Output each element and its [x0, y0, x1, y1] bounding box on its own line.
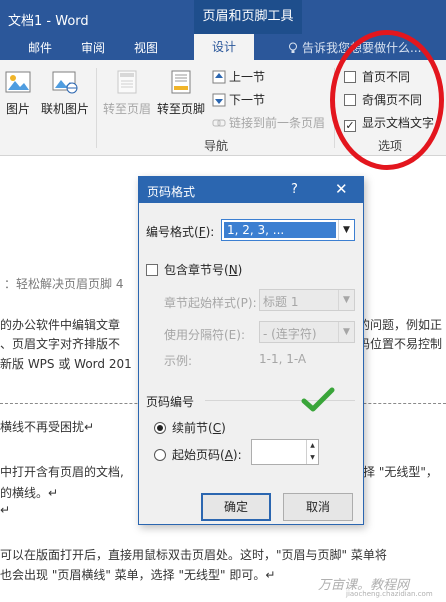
- example-value: 1-1, 1-A: [259, 352, 307, 366]
- picture-icon: [5, 71, 31, 93]
- doc-line: 中打开含有页眉的文档,: [0, 465, 124, 479]
- lightbulb-icon: [289, 42, 297, 53]
- number-format-label-text: 编号格式(: [146, 225, 199, 239]
- tab-mailings[interactable]: 邮件: [28, 39, 52, 56]
- document-title: 文档1 - Word: [8, 14, 89, 29]
- continue-previous-accesskey: C: [212, 421, 222, 435]
- example-label: 示例:: [164, 354, 193, 368]
- ribbon-separator: [96, 68, 97, 148]
- include-chapter-accesskey: N: [228, 263, 238, 277]
- continue-previous-radio[interactable]: [154, 422, 166, 434]
- cancel-button[interactable]: 取消: [283, 493, 353, 521]
- doc-line: 横线不再受困扰↵: [0, 420, 95, 434]
- start-at-option[interactable]: 起始页码(A):: [154, 446, 242, 463]
- navigation-group-label: 导航: [204, 139, 229, 153]
- dialog-title-bar: 页码格式 ? ✕: [139, 177, 363, 203]
- chapter-style-value: 标题 1: [263, 295, 299, 309]
- page-numbering-label: 页码编号: [146, 395, 195, 409]
- next-section-icon: [212, 93, 226, 107]
- goto-header-icon: [117, 70, 137, 94]
- doc-line: 可以在版面打开后，直接用鼠标双击页眉处。这时，"页眉与页脚" 菜单将: [0, 548, 387, 562]
- start-at-label: 起始页码(: [172, 448, 225, 462]
- start-at-spinner[interactable]: ▲ ▼: [251, 439, 319, 465]
- chapter-style-select[interactable]: 标题 1 ▼: [259, 289, 355, 311]
- separator-label: 使用分隔符(E):: [164, 328, 245, 342]
- online-picture-icon: [52, 71, 78, 94]
- dialog-title: 页码格式: [147, 185, 196, 199]
- link-icon: [212, 119, 226, 127]
- number-format-label: 编号格式(F):: [146, 225, 215, 239]
- next-section-label: 下一节: [229, 93, 266, 107]
- header-footer-tools-label: 页眉和页脚工具: [194, 0, 302, 34]
- number-format-select[interactable]: 1, 2, 3, ... ▼: [221, 219, 355, 241]
- goto-header-button[interactable]: 转至页眉: [100, 70, 154, 117]
- continue-previous-label: 续前节(: [172, 421, 213, 435]
- continue-previous-option[interactable]: 续前节(C): [154, 419, 226, 436]
- link-to-previous-button[interactable]: 链接到前一条页眉: [212, 114, 325, 131]
- goto-header-label: 转至页眉: [102, 102, 151, 116]
- doc-line: ↵: [0, 503, 11, 517]
- spin-down-icon[interactable]: ▼: [306, 452, 318, 464]
- include-chapter-label: 包含章节号(: [164, 263, 229, 277]
- doc-line: 新版 WPS 或 Word 201: [0, 357, 132, 371]
- help-button[interactable]: ?: [291, 182, 298, 197]
- tab-view[interactable]: 视图: [134, 39, 158, 56]
- chevron-down-icon: ▼: [338, 290, 354, 310]
- doc-line: 的问题，例如正: [358, 318, 443, 332]
- red-highlight-circle: [330, 30, 444, 170]
- close-button[interactable]: ✕: [335, 180, 348, 198]
- next-section-button[interactable]: 下一节: [212, 91, 265, 108]
- chevron-down-icon: ▼: [338, 220, 354, 240]
- goto-footer-button[interactable]: 转至页脚: [154, 70, 208, 117]
- previous-section-button[interactable]: 上一节: [212, 68, 265, 85]
- chapter-style-label: 章节起始样式(P):: [164, 296, 257, 310]
- page-number-format-dialog: 页码格式 ? ✕ 编号格式(F): 1, 2, 3, ... ▼ 包含章节号(N…: [138, 176, 364, 525]
- doc-line: 、页眉文字对齐排版不: [0, 337, 121, 351]
- watermark-url: jiaocheng.chazidian.com: [346, 590, 433, 598]
- ok-button[interactable]: 确定: [201, 493, 271, 521]
- start-at-accesskey: A: [224, 448, 233, 462]
- spin-up-icon[interactable]: ▲: [306, 440, 318, 452]
- insert-picture-button[interactable]: 图片: [2, 70, 34, 117]
- number-format-accesskey: F: [198, 225, 206, 239]
- doc-line: 择 "无线型"，: [363, 465, 438, 479]
- chevron-down-icon: ▼: [338, 322, 354, 342]
- doc-line: 码位置不易控制: [358, 337, 443, 351]
- link-to-previous-label: 链接到前一条页眉: [229, 116, 326, 130]
- include-chapter-option[interactable]: 包含章节号(N): [146, 261, 242, 278]
- previous-section-label: 上一节: [229, 70, 266, 84]
- doc-line: 的办公软件中编辑文章: [0, 318, 121, 332]
- doc-line: 的横线。↵: [0, 486, 59, 500]
- tab-review[interactable]: 审阅: [81, 39, 105, 56]
- goto-footer-icon: [171, 70, 191, 94]
- doc-line: 也会出现 "页眉横线" 菜单，选择 "无线型" 即可。↵: [0, 568, 276, 582]
- separator-select[interactable]: - (连字符) ▼: [259, 321, 355, 343]
- separator-value: - (连字符): [263, 327, 317, 341]
- start-at-radio[interactable]: [154, 449, 166, 461]
- previous-section-icon: [212, 70, 226, 84]
- goto-footer-label: 转至页脚: [156, 102, 205, 116]
- online-picture-label: 联机图片: [40, 102, 89, 116]
- number-format-value: 1, 2, 3, ...: [224, 222, 336, 238]
- picture-label: 图片: [5, 102, 30, 116]
- title-bar: 文档1 - Word 页眉和页脚工具: [0, 0, 446, 34]
- green-check-icon: [301, 387, 335, 412]
- doc-line-title: ：轻松解决页眉页脚 4: [4, 277, 124, 291]
- online-picture-button[interactable]: 联机图片: [38, 70, 92, 117]
- tab-design[interactable]: 设计: [194, 34, 254, 60]
- include-chapter-checkbox[interactable]: [146, 264, 158, 276]
